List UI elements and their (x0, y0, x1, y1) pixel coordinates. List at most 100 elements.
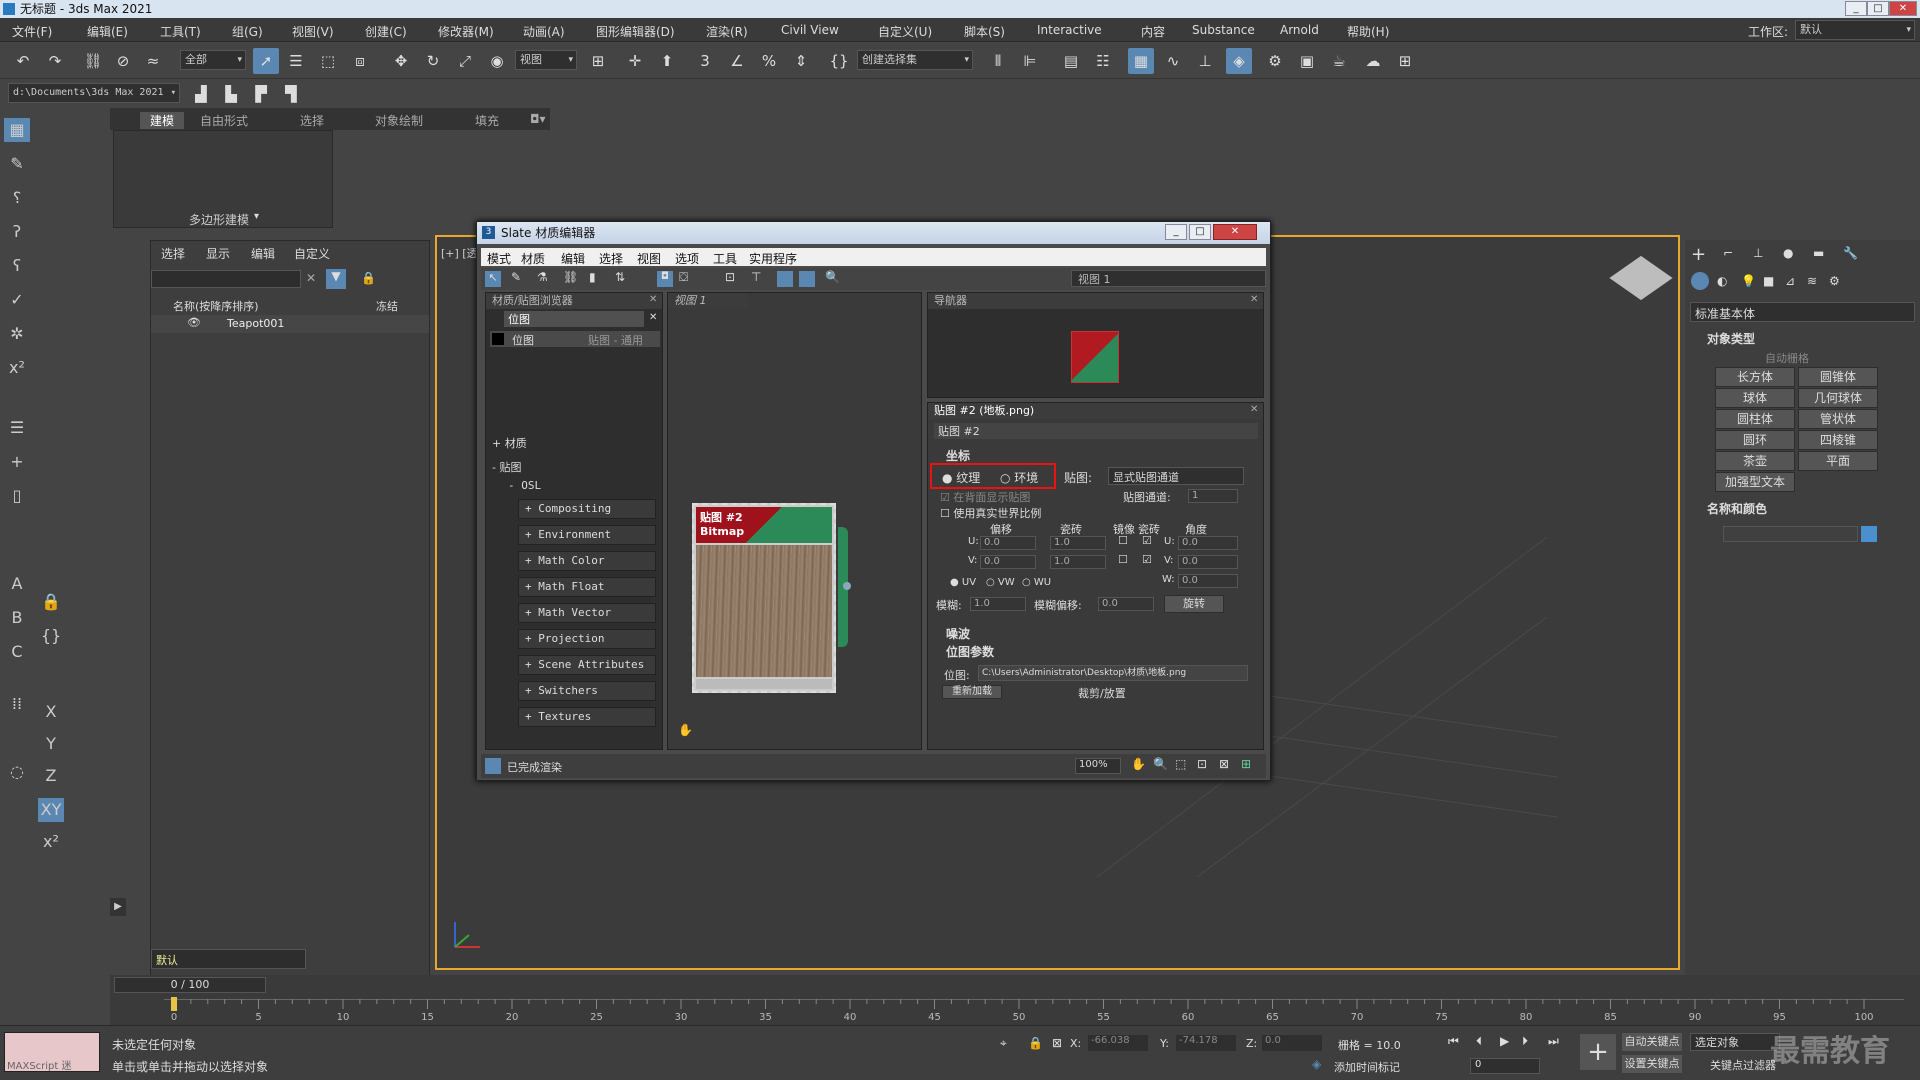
textplus-button[interactable]: 加强型文本 (1715, 472, 1795, 492)
menu-edit[interactable]: 编辑(E) (87, 23, 128, 40)
add-time-tag-icon[interactable]: ◈ (1312, 1057, 1321, 1071)
menu-scripting[interactable]: 脚本(S) (964, 23, 1005, 40)
u-tiling-spinner[interactable]: 1.0 (1050, 536, 1106, 550)
poly-modeling-label[interactable]: 多边形建模 (189, 211, 249, 228)
lasso-icon[interactable]: ʔ (4, 220, 30, 244)
slate-maximize-icon[interactable]: □ (1189, 224, 1211, 240)
geometry-icon[interactable] (1691, 272, 1709, 290)
sphere-button[interactable]: 球体 (1715, 388, 1795, 408)
group-maps[interactable]: - 贴图 (492, 459, 521, 475)
noise-rollout[interactable]: 噪波 (946, 625, 970, 642)
box-button[interactable]: 长方体 (1715, 367, 1795, 387)
align-icon[interactable]: ⊫ (1017, 48, 1043, 74)
angle-snap-icon[interactable]: ∠ (724, 48, 750, 74)
close-icon[interactable]: ✕ (1889, 1, 1917, 16)
explorer-lock-icon[interactable]: 🔒 (361, 271, 376, 285)
modify-tab-icon[interactable]: ⌐ (1723, 246, 1733, 260)
lock-icon[interactable]: 🔒 (38, 590, 64, 614)
menu-graph-editors[interactable]: 图形编辑器(D) (596, 23, 675, 40)
browser-close-icon[interactable]: ✕ (649, 294, 657, 305)
project-path-dropdown[interactable]: d:\Documents\3ds Max 2021 (8, 83, 180, 103)
menu-rendering[interactable]: 渲染(R) (706, 23, 748, 40)
workspace-dropdown[interactable]: 默认 (1795, 20, 1915, 40)
lights-icon[interactable]: 💡 (1741, 274, 1756, 288)
bitmap-params-rollout[interactable]: 位图参数 (946, 643, 994, 660)
systems-icon[interactable]: ⚙ (1829, 274, 1840, 288)
real-world-checkbox[interactable]: ☐ 使用真实世界比例 (940, 505, 1041, 521)
play-icon[interactable]: ▶ (1500, 1034, 1509, 1048)
layer-dropdown[interactable]: 默认 (151, 949, 306, 969)
display-tab-icon[interactable]: ▬ (1813, 246, 1824, 260)
minimize-icon[interactable]: _ (1845, 1, 1867, 16)
pivot-center-icon[interactable]: ⊞ (585, 48, 611, 74)
redo-icon[interactable]: ↷ (42, 48, 68, 74)
slate-bg-icon[interactable]: ⛋ (679, 270, 688, 285)
axis-x-icon[interactable]: X (38, 700, 64, 724)
slate-sample-icon[interactable]: ⊡ (725, 270, 735, 284)
slate-move-children-icon[interactable]: ⇅ (615, 270, 625, 284)
menu-group[interactable]: 组(G) (232, 23, 263, 40)
rotate-button[interactable]: 旋转 (1164, 595, 1224, 613)
node-view-tab[interactable]: 视图 1 (668, 293, 748, 309)
cone-button[interactable]: 圆锥体 (1798, 367, 1878, 387)
slate-frame-icon[interactable]: ⊞ (1241, 757, 1251, 771)
show-back-checkbox[interactable]: ☑ 在背面显示贴图 (940, 489, 1030, 505)
rendered-frame-icon[interactable]: ▣ (1294, 48, 1320, 74)
slate-pan-icon[interactable]: ✋ (1131, 757, 1146, 771)
uv-radio[interactable]: ● UV (950, 577, 976, 588)
menu-tools[interactable]: 工具(T) (160, 23, 201, 40)
mapping-dropdown[interactable]: 显式贴图通道 (1108, 467, 1244, 485)
plane-button[interactable]: 平面 (1798, 451, 1878, 471)
grid-dots-icon[interactable]: ⁞⁞ (4, 692, 30, 716)
slate-hide-icon[interactable] (777, 271, 793, 287)
current-frame-field[interactable]: 0 (1470, 1058, 1540, 1074)
prev-frame-icon[interactable]: ⏴ (1476, 1034, 1482, 1049)
menu-help[interactable]: 帮助(H) (1347, 23, 1389, 40)
slate-zoom-region-icon[interactable]: ⬚ (1175, 757, 1186, 771)
goto-end-icon[interactable]: ⏭ (1548, 1034, 1559, 1049)
named-selection-dropdown[interactable]: 创建选择集 (857, 50, 973, 70)
slate-menu-view[interactable]: 视图 (637, 250, 661, 267)
slate-view-dropdown[interactable]: 视图 1 (1071, 270, 1266, 287)
cameras-icon[interactable]: ■ (1763, 274, 1774, 288)
slate-menu-material[interactable]: 材质 (521, 250, 545, 267)
osl-projection[interactable]: + Projection (518, 629, 656, 649)
visibility-icon[interactable]: 👁 (187, 316, 201, 329)
create-tab-icon[interactable]: + (1691, 244, 1706, 265)
slate-select-tool-icon[interactable]: ↖ (485, 271, 501, 287)
slate-assign-icon[interactable]: ⛓ (563, 270, 578, 284)
navigator-close-icon[interactable]: ✕ (1250, 294, 1258, 305)
geosphere-button[interactable]: 几何球体 (1798, 388, 1878, 408)
abs-mode-icon[interactable]: ⊠ (1052, 1036, 1062, 1050)
paint-select-icon[interactable]: ⸮ (4, 186, 30, 210)
goto-start-icon[interactable]: ⏮ (1448, 1034, 1459, 1049)
slate-show-map-icon[interactable]: ◘ (657, 271, 673, 287)
link-icon[interactable]: ⛓ (80, 48, 106, 74)
channel-spinner[interactable]: 1 (1188, 489, 1238, 503)
tab-modeling[interactable]: 建模 (140, 112, 185, 129)
schematic-view-icon[interactable]: ⊥ (1192, 48, 1218, 74)
slate-close-icon[interactable]: ✕ (1213, 224, 1257, 240)
viewport-label[interactable]: [+] [透 (441, 245, 478, 261)
blur-spinner[interactable]: 1.0 (970, 597, 1026, 611)
undo-icon[interactable]: ↶ (10, 48, 36, 74)
menu-civil-view[interactable]: Civil View (781, 23, 839, 37)
render-cloud-icon[interactable]: ☁ (1360, 48, 1386, 74)
utilities-tab-icon[interactable]: 🔧 (1843, 246, 1858, 260)
selection-lock-icon[interactable]: 🔒 (1028, 1036, 1043, 1050)
object-name-input[interactable] (1723, 526, 1858, 542)
menu-content[interactable]: 内容 (1141, 23, 1165, 40)
param-close-icon[interactable]: ✕ (1250, 404, 1258, 415)
menu-arnold[interactable]: Arnold (1280, 23, 1319, 37)
bitmap-path-button[interactable]: C:\Users\Administrator\Desktop\材质\地板.png (978, 665, 1248, 681)
menu-interactive[interactable]: Interactive (1037, 23, 1102, 37)
explorer-col-frozen[interactable]: 冻结 (376, 298, 398, 314)
menu-views[interactable]: 视图(V) (292, 23, 334, 40)
select-object-icon[interactable]: ➚ (253, 48, 279, 74)
group-osl[interactable]: - OSL (508, 479, 541, 492)
fence-icon[interactable]: ʕ (4, 254, 30, 278)
y-coord-field[interactable]: -74.178 (1176, 1035, 1236, 1051)
time-slider-marker[interactable] (171, 997, 177, 1011)
shapes-icon[interactable]: ◐ (1717, 274, 1727, 288)
wu-radio[interactable]: ○ WU (1022, 577, 1051, 588)
